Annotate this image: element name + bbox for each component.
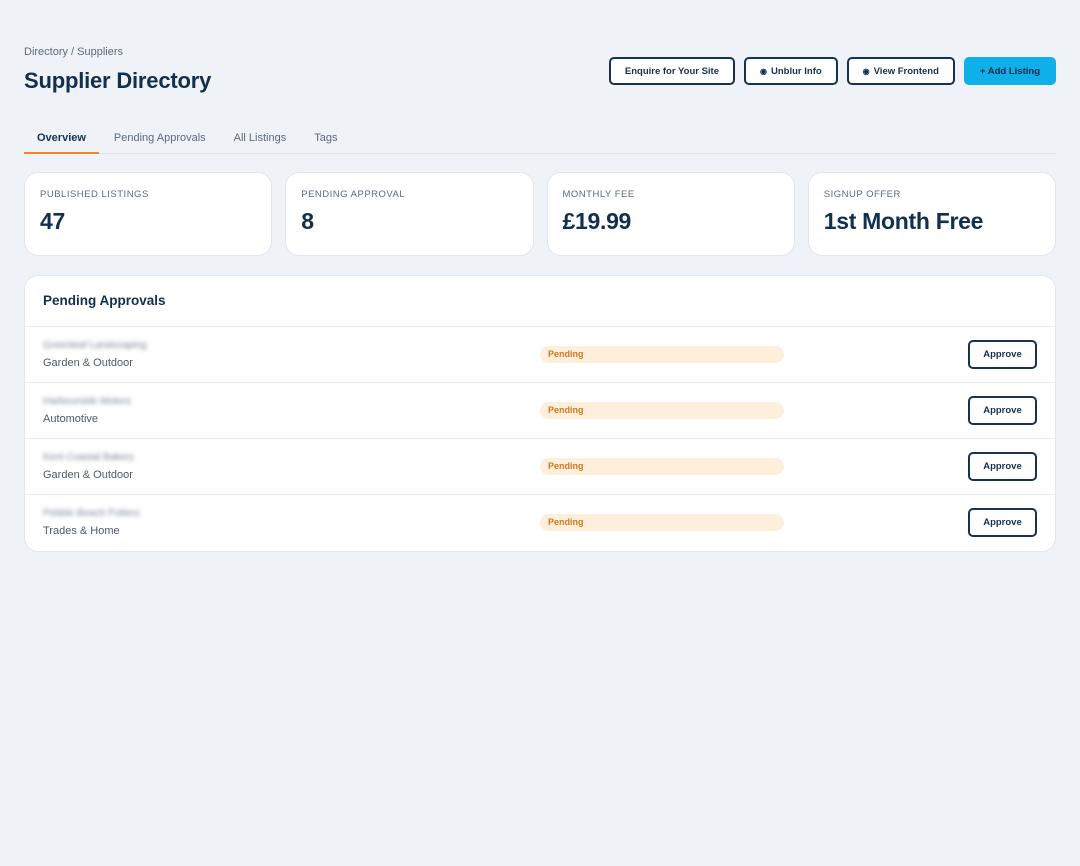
- table-row: Harbourside Motors Automotive Pending Ap…: [25, 383, 1055, 439]
- approve-button[interactable]: Approve: [968, 452, 1037, 481]
- view-frontend-button[interactable]: ◉ View Frontend: [846, 57, 955, 85]
- stat-label: PENDING APPROVAL: [301, 189, 406, 200]
- page: Directory / Suppliers Supplier Directory…: [0, 0, 1080, 866]
- tab-all-listings[interactable]: All Listings: [221, 124, 300, 154]
- eye-icon: ◉: [760, 66, 767, 76]
- table-row: Pebble Beach Potters Trades & Home Pendi…: [25, 495, 1055, 551]
- view-frontend-label: View Frontend: [873, 65, 939, 77]
- tab-pending-approvals[interactable]: Pending Approvals: [101, 124, 219, 154]
- add-listing-label: + Add Listing: [979, 65, 1040, 77]
- supplier-category: Automotive: [43, 413, 99, 425]
- supplier-name: Kent Coastal Bakery: [43, 452, 135, 463]
- eye-icon: ◉: [862, 66, 870, 76]
- unblur-info-label: Unblur Info: [771, 65, 822, 77]
- stat-card-published: PUBLISHED LISTINGS 47: [24, 172, 273, 256]
- pending-approvals-panel: Pending Approvals Greenleaf Landscaping …: [24, 275, 1056, 552]
- add-listing-button[interactable]: + Add Listing: [963, 57, 1056, 85]
- stat-value: 8: [301, 208, 314, 234]
- page-header: Directory / Suppliers Supplier Directory…: [24, 44, 1056, 104]
- page-title: Supplier Directory: [24, 68, 212, 93]
- supplier-name: Pebble Beach Potters: [43, 508, 140, 519]
- stat-value: 1st Month Free: [823, 208, 984, 234]
- supplier-name: Greenleaf Landscaping: [43, 340, 147, 351]
- approve-button[interactable]: Approve: [968, 340, 1037, 369]
- status-badge: Pending: [540, 514, 784, 531]
- supplier-category: Garden & Outdoor: [43, 469, 133, 481]
- stat-card-monthly-fee: MONTHLY FEE £19.99: [546, 172, 795, 256]
- tab-tags[interactable]: Tags: [301, 124, 350, 154]
- stat-card-pending: PENDING APPROVAL 8: [285, 172, 534, 256]
- tab-bar: Overview Pending Approvals All Listings …: [24, 124, 1056, 154]
- status-badge: Pending: [540, 346, 784, 363]
- table-row: Kent Coastal Bakery Garden & Outdoor Pen…: [25, 439, 1055, 495]
- status-badge: Pending: [540, 458, 784, 475]
- table-row: Greenleaf Landscaping Garden & Outdoor P…: [25, 327, 1055, 383]
- approve-button[interactable]: Approve: [968, 396, 1037, 425]
- stat-value: £19.99: [562, 208, 632, 234]
- supplier-category: Trades & Home: [43, 525, 120, 537]
- approve-button[interactable]: Approve: [968, 508, 1037, 537]
- tab-overview[interactable]: Overview: [24, 124, 99, 154]
- enquire-button[interactable]: Enquire for Your Site: [608, 57, 736, 85]
- stat-value: 47: [40, 208, 65, 234]
- status-badge: Pending: [540, 402, 784, 419]
- stat-label: PUBLISHED LISTINGS: [40, 189, 149, 200]
- stat-label: MONTHLY FEE: [562, 189, 635, 200]
- stats-row: PUBLISHED LISTINGS 47 PENDING APPROVAL 8…: [24, 172, 1056, 256]
- supplier-category: Garden & Outdoor: [43, 357, 133, 369]
- panel-title: Pending Approvals: [25, 276, 1055, 327]
- breadcrumb[interactable]: Directory / Suppliers: [24, 46, 123, 58]
- header-actions: Enquire for Your Site ◉ Unblur Info ◉ Vi…: [608, 57, 1056, 85]
- unblur-info-button[interactable]: ◉ Unblur Info: [744, 57, 838, 85]
- supplier-name: Harbourside Motors: [43, 396, 131, 407]
- stat-label: SIGNUP OFFER: [823, 189, 901, 200]
- enquire-button-label: Enquire for Your Site: [624, 65, 720, 77]
- stat-card-signup-offer: SIGNUP OFFER 1st Month Free: [807, 172, 1056, 256]
